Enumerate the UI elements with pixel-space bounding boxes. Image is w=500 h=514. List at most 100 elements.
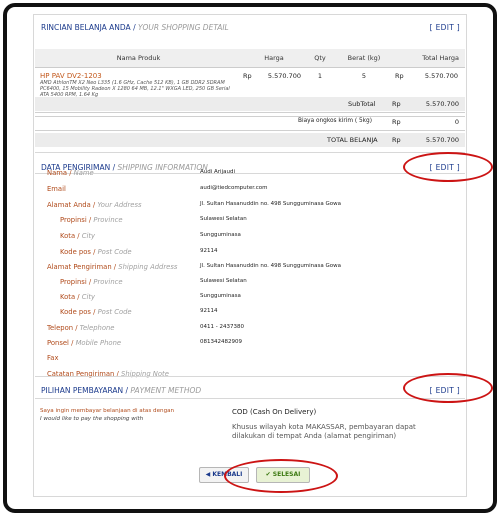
grand-total-value: 5.570.700 xyxy=(425,136,459,144)
shipping-cost-row: Biaya ongkos kirim ( 5kg) Rp 0 xyxy=(35,115,465,129)
shipping-field-row: Propinsi / Province Sulawesi Selatan xyxy=(34,278,464,290)
field-label: Telepon / Telephone xyxy=(47,324,115,332)
field-value: 081342482909 xyxy=(200,339,242,345)
field-value: Jl. Sultan Hasanuddin no. 498 Sunggumina… xyxy=(200,263,342,269)
field-label-en: Shipping Address xyxy=(118,263,178,271)
divider xyxy=(35,398,465,399)
field-label: Kota / City xyxy=(60,232,95,240)
field-value: Sungguminasa xyxy=(200,293,241,299)
payment-header: PILIHAN PEMBAYARAN / PAYMENT METHOD [ ED… xyxy=(34,378,466,404)
shipping-field-row: Alamat Pengiriman / Shipping Address Jl. … xyxy=(34,263,464,275)
shopping-detail-header: RINCIAN BELANJA ANDA / YOUR SHOPPING DET… xyxy=(34,15,466,41)
payment-prompt-en: I would like to pay the shopping with xyxy=(40,416,144,422)
field-label: Fax xyxy=(47,354,58,362)
payment-prompt: Saya ingin membayar belanjaan di atas de… xyxy=(40,408,174,422)
col-weight: Berat (kg) xyxy=(334,49,394,68)
field-label-separator: / xyxy=(67,169,74,177)
field-label-separator: / xyxy=(75,232,82,240)
field-value: 92114 xyxy=(200,248,218,254)
field-label-en: Mobile Phone xyxy=(75,339,122,347)
total-currency: Rp xyxy=(395,72,404,80)
divider xyxy=(35,152,465,153)
annotation-oval-shipping-edit xyxy=(403,152,493,182)
subtotal-row: SubTotal Rp 5.570.700 xyxy=(35,97,465,111)
back-arrow-icon: ◀ xyxy=(205,471,211,478)
shipping-field-row: Email audi@tiedcomputer.com xyxy=(34,185,464,197)
annotation-oval-finish-button xyxy=(224,459,338,493)
field-label: Propinsi / Province xyxy=(60,278,123,286)
field-label-separator: / xyxy=(68,339,76,347)
field-label: Nama / Name xyxy=(47,169,94,177)
field-label: Kode pos / Post Code xyxy=(60,248,132,256)
checkout-review-card: RINCIAN BELANJA ANDA / YOUR SHOPPING DET… xyxy=(33,14,467,497)
shipping-cost-currency: Rp xyxy=(392,118,401,126)
field-label-separator: / xyxy=(75,293,82,301)
field-label-en: Name xyxy=(73,169,94,177)
col-product-name: Nama Produk xyxy=(35,49,242,68)
payment-title: PILIHAN PEMBAYARAN / PAYMENT METHOD xyxy=(41,386,202,395)
price-currency: Rp xyxy=(243,72,252,80)
payment-prompt-id: Saya ingin membayar belanjaan di atas de… xyxy=(40,408,175,414)
field-label-en: Province xyxy=(93,216,123,224)
shipping-field-row: Fax xyxy=(34,354,464,366)
field-label: Alamat Anda / Your Address xyxy=(47,201,142,209)
field-label: Kota / City xyxy=(60,293,95,301)
field-label-en: Telephone xyxy=(79,324,115,332)
field-label-id: Propinsi xyxy=(60,216,87,224)
field-label-en: City xyxy=(81,293,96,301)
annotation-oval-payment-edit xyxy=(403,373,493,403)
field-label: Email xyxy=(47,185,66,193)
shopping-detail-title: RINCIAN BELANJA ANDA / YOUR SHOPPING DET… xyxy=(41,23,229,32)
payment-method: COD (Cash On Delivery) Khusus wilayah ko… xyxy=(232,408,432,441)
field-label-id: Ponsel xyxy=(47,339,69,347)
field-value: Sungguminasa xyxy=(200,232,241,238)
field-value: 0411 - 2437380 xyxy=(200,324,244,330)
field-label-en: Post Code xyxy=(97,308,132,316)
field-value: Sulawesi Selatan xyxy=(200,278,247,284)
field-value: 92114 xyxy=(200,308,218,314)
field-label-id: Propinsi xyxy=(60,278,87,286)
shipping-field-row: Kota / City Sungguminasa xyxy=(34,293,464,305)
field-label-en: City xyxy=(81,232,96,240)
subtotal-value: 5.570.700 xyxy=(425,100,459,108)
subtotal-currency: Rp xyxy=(392,100,401,108)
field-label-id: Telepon xyxy=(47,324,74,332)
field-value: audi@tiedcomputer.com xyxy=(200,185,268,191)
field-label: Propinsi / Province xyxy=(60,216,123,224)
edit-cart-link[interactable]: [ EDIT ] xyxy=(430,23,460,32)
shipping-field-row: Alamat Anda / Your Address Jl. Sultan Has… xyxy=(34,201,464,213)
field-label-id: Alamat Anda xyxy=(47,201,91,209)
payment-method-note: Khusus wilayah kota MAKASSAR, pembayaran… xyxy=(232,423,416,440)
payment-method-name: COD (Cash On Delivery) xyxy=(232,408,317,416)
shipping-cost-value: 0 xyxy=(454,118,459,126)
shipping-field-row: Kota / City Sungguminasa xyxy=(34,232,464,244)
col-qty: Qty xyxy=(306,49,334,68)
field-value: Audi Arijaudi xyxy=(200,169,235,175)
shipping-field-row: Telepon / Telephone 0411 - 2437380 xyxy=(34,324,464,336)
field-label-id: Email xyxy=(47,185,66,193)
cart-table: Nama Produk Harga Qty Berat (kg) Total H… xyxy=(35,49,465,104)
field-label: Kode pos / Post Code xyxy=(60,308,132,316)
shipping-field-row: Nama / Name Audi Arijaudi xyxy=(34,169,464,181)
field-label-en: Post Code xyxy=(97,248,132,256)
grand-total-row: TOTAL BELANJA Rp 5.570.700 xyxy=(35,133,465,147)
field-label-id: Nama xyxy=(47,169,68,177)
field-label-separator: / xyxy=(90,308,98,316)
field-label: Alamat Pengiriman / Shipping Address xyxy=(47,263,177,271)
cart-header-row: Nama Produk Harga Qty Berat (kg) Total H… xyxy=(35,49,465,68)
product-name[interactable]: HP PAV DV2-1203 xyxy=(40,72,237,80)
grand-total-label: TOTAL BELANJA xyxy=(327,136,378,144)
shipping-field-row: Kode pos / Post Code 92114 xyxy=(34,248,464,260)
field-label-id: Kode pos xyxy=(60,248,91,256)
field-label-en: Your Address xyxy=(97,201,142,209)
shipping-field-row: Kode pos / Post Code 92114 xyxy=(34,308,464,320)
field-value: Sulawesi Selatan xyxy=(200,216,247,222)
total-value: 5.570.700 xyxy=(424,72,458,80)
divider xyxy=(35,376,465,377)
field-label-separator: / xyxy=(90,248,98,256)
field-label-id: Alamat Pengiriman xyxy=(47,263,112,271)
subtotal-label: SubTotal xyxy=(348,100,376,108)
shipping-field-row: Ponsel / Mobile Phone 081342482909 xyxy=(34,339,464,351)
col-total: Total Harga xyxy=(394,49,465,68)
field-label: Ponsel / Mobile Phone xyxy=(47,339,121,347)
